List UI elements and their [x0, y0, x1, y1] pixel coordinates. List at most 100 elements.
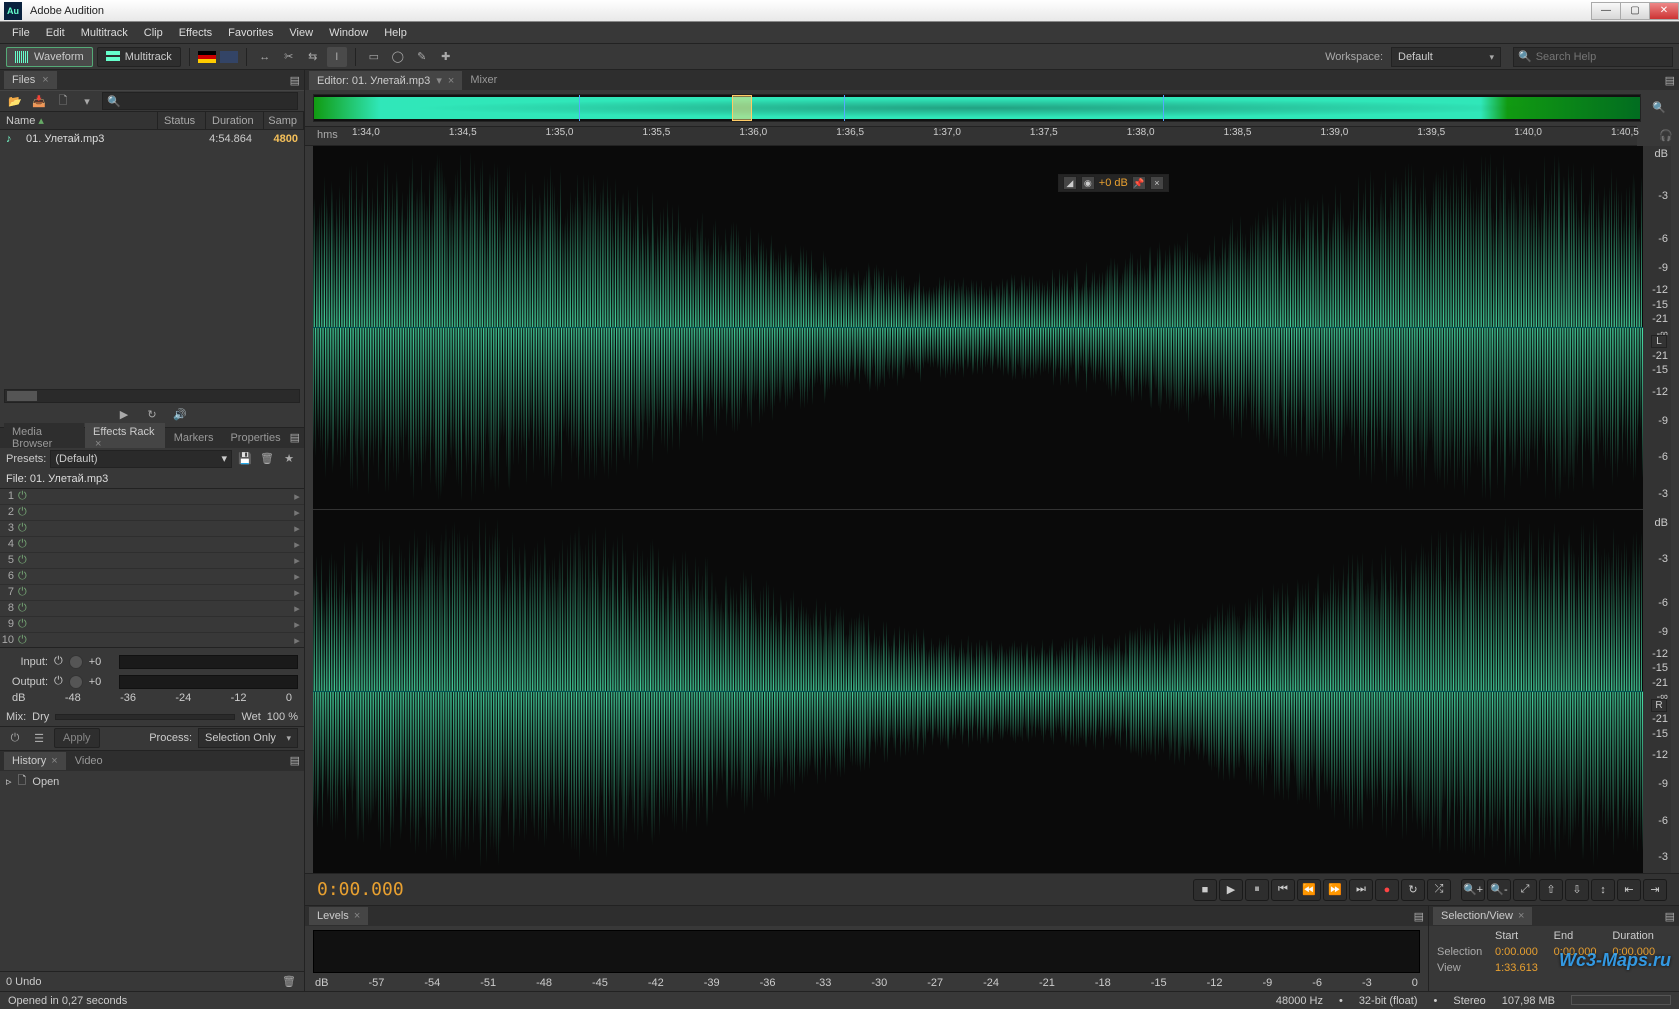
- effect-slot[interactable]: 4⏻▸: [0, 537, 304, 553]
- skip-selection-button[interactable]: ⤮: [1427, 879, 1451, 901]
- hud-controls[interactable]: ◢ ◉ +0 dB 📌 ×: [1058, 174, 1169, 192]
- editor-panel-menu[interactable]: ▤: [1665, 74, 1679, 87]
- selection-end[interactable]: 0:00.000: [1554, 946, 1613, 962]
- flag-icon-de[interactable]: [198, 51, 216, 63]
- tab-levels[interactable]: Levels ×: [309, 907, 368, 925]
- record-button[interactable]: ●: [1375, 879, 1399, 901]
- menu-multitrack[interactable]: Multitrack: [73, 24, 136, 42]
- maximize-button[interactable]: ▢: [1620, 2, 1650, 20]
- tab-video[interactable]: Video: [67, 752, 111, 770]
- process-select[interactable]: Selection Only: [198, 728, 298, 748]
- loop-button[interactable]: ↻: [1401, 879, 1425, 901]
- apply-button[interactable]: Apply: [54, 728, 100, 748]
- zoom-out-time-icon[interactable]: 🔍-: [1487, 879, 1511, 901]
- move-tool[interactable]: ↔: [255, 47, 275, 67]
- selection-start[interactable]: 0:00.000: [1495, 946, 1554, 962]
- open-file-icon[interactable]: 📂: [6, 93, 24, 109]
- history-panel-menu[interactable]: ▤: [290, 754, 304, 767]
- favorite-preset-icon[interactable]: ★: [280, 451, 298, 467]
- view-end[interactable]: [1554, 962, 1613, 978]
- zoom-out-amp-icon[interactable]: ⇩: [1565, 879, 1589, 901]
- menu-favorites[interactable]: Favorites: [220, 24, 281, 42]
- col-sample[interactable]: Samp: [264, 112, 304, 129]
- goto-start-button[interactable]: ⏮: [1271, 879, 1295, 901]
- menu-help[interactable]: Help: [376, 24, 415, 42]
- spot-healing-tool[interactable]: ✚: [436, 47, 456, 67]
- effect-slot[interactable]: 3⏻▸: [0, 521, 304, 537]
- input-gain-knob[interactable]: [69, 655, 83, 669]
- zoom-in-time-icon[interactable]: 🔍+: [1461, 879, 1485, 901]
- power-icon[interactable]: ⏻: [54, 655, 63, 668]
- power-icon[interactable]: ⏻: [18, 602, 34, 615]
- files-filter-input[interactable]: 🔍: [102, 92, 298, 110]
- power-icon[interactable]: ⏻: [18, 506, 34, 519]
- power-icon[interactable]: ⏻: [18, 586, 34, 599]
- rack-power-icon[interactable]: ⏻: [6, 730, 24, 746]
- col-duration[interactable]: Duration: [206, 112, 264, 129]
- zoom-in-amp-icon[interactable]: ⇧: [1539, 879, 1563, 901]
- menu-window[interactable]: Window: [321, 24, 376, 42]
- lasso-tool[interactable]: ◯: [388, 47, 408, 67]
- overview-waveform[interactable]: 🔍: [313, 94, 1641, 122]
- tab-markers[interactable]: Markers: [166, 429, 222, 447]
- power-icon[interactable]: ⏻: [18, 570, 34, 583]
- effect-slot[interactable]: 1⏻▸: [0, 489, 304, 505]
- effect-slot[interactable]: 10⏻▸: [0, 633, 304, 648]
- power-icon[interactable]: ⏻: [18, 522, 34, 535]
- zoom-full-icon[interactable]: 🔍: [1652, 101, 1670, 119]
- effects-panel-menu[interactable]: ▤: [290, 431, 304, 444]
- tab-editor[interactable]: Editor: 01. Улетай.mp3 ▾ ×: [309, 71, 462, 90]
- help-search-input[interactable]: [1536, 51, 1668, 63]
- import-file-icon[interactable]: 📥: [30, 93, 48, 109]
- output-gain-knob[interactable]: [69, 675, 83, 689]
- tab-mixer[interactable]: Mixer: [462, 71, 505, 89]
- levels-panel-menu[interactable]: ▤: [1414, 910, 1428, 923]
- power-icon[interactable]: ⏻: [18, 634, 34, 647]
- tab-history[interactable]: History ×: [4, 752, 66, 770]
- rack-list-icon[interactable]: ☰: [30, 730, 48, 746]
- close-button[interactable]: ✕: [1649, 2, 1679, 20]
- waveform-view-button[interactable]: Waveform: [6, 47, 93, 67]
- timecode-display[interactable]: 0:00.000: [317, 879, 597, 900]
- col-status[interactable]: Status: [158, 112, 206, 129]
- power-icon[interactable]: ⏻: [54, 675, 63, 688]
- view-duration[interactable]: [1612, 962, 1671, 978]
- menu-effects[interactable]: Effects: [171, 24, 220, 42]
- effect-slot[interactable]: 9⏻▸: [0, 617, 304, 633]
- rewind-button[interactable]: ⏪: [1297, 879, 1321, 901]
- selection-duration[interactable]: 0:00.000: [1612, 946, 1671, 962]
- zoom-selection-in-icon[interactable]: ⇤: [1617, 879, 1641, 901]
- power-icon[interactable]: ⏻: [18, 490, 34, 503]
- selview-panel-menu[interactable]: ▤: [1665, 910, 1679, 923]
- menu-view[interactable]: View: [281, 24, 321, 42]
- close-selected-icon[interactable]: ▾: [78, 93, 96, 109]
- headphones-icon[interactable]: 🎧: [1659, 129, 1673, 142]
- play-button[interactable]: ▶: [1219, 879, 1243, 901]
- effect-slot[interactable]: 8⏻▸: [0, 601, 304, 617]
- history-item[interactable]: ▹ 🗋 Open: [6, 773, 298, 791]
- delete-history-icon[interactable]: 🗑: [280, 974, 298, 990]
- power-icon[interactable]: ⏻: [18, 618, 34, 631]
- view-start[interactable]: 1:33.613: [1495, 962, 1554, 978]
- menu-edit[interactable]: Edit: [38, 24, 73, 42]
- hud-pan-icon[interactable]: ◉: [1081, 176, 1095, 190]
- col-name[interactable]: Name ▴: [0, 112, 158, 129]
- hud-volume-icon[interactable]: ◢: [1063, 176, 1077, 190]
- hud-close-icon[interactable]: ×: [1150, 176, 1164, 190]
- stop-button[interactable]: ■: [1193, 879, 1217, 901]
- brush-tool[interactable]: ✎: [412, 47, 432, 67]
- tab-properties[interactable]: Properties: [222, 429, 288, 447]
- goto-end-button[interactable]: ⏭: [1349, 879, 1373, 901]
- delete-preset-icon[interactable]: 🗑: [258, 451, 276, 467]
- play-preview-icon[interactable]: ▶: [115, 407, 133, 423]
- forward-button[interactable]: ⏩: [1323, 879, 1347, 901]
- files-scrollbar[interactable]: [4, 389, 300, 403]
- power-icon[interactable]: ⏻: [18, 554, 34, 567]
- save-preset-icon[interactable]: 💾: [236, 451, 254, 467]
- effect-slot[interactable]: 2⏻▸: [0, 505, 304, 521]
- menu-clip[interactable]: Clip: [136, 24, 171, 42]
- time-selection-tool[interactable]: I: [327, 47, 347, 67]
- zoom-selection-out-icon[interactable]: ⇥: [1643, 879, 1667, 901]
- help-search[interactable]: 🔍: [1513, 47, 1673, 67]
- time-ruler[interactable]: hms 1:34,01:34,51:35,01:35,51:36,01:36,5…: [305, 126, 1637, 146]
